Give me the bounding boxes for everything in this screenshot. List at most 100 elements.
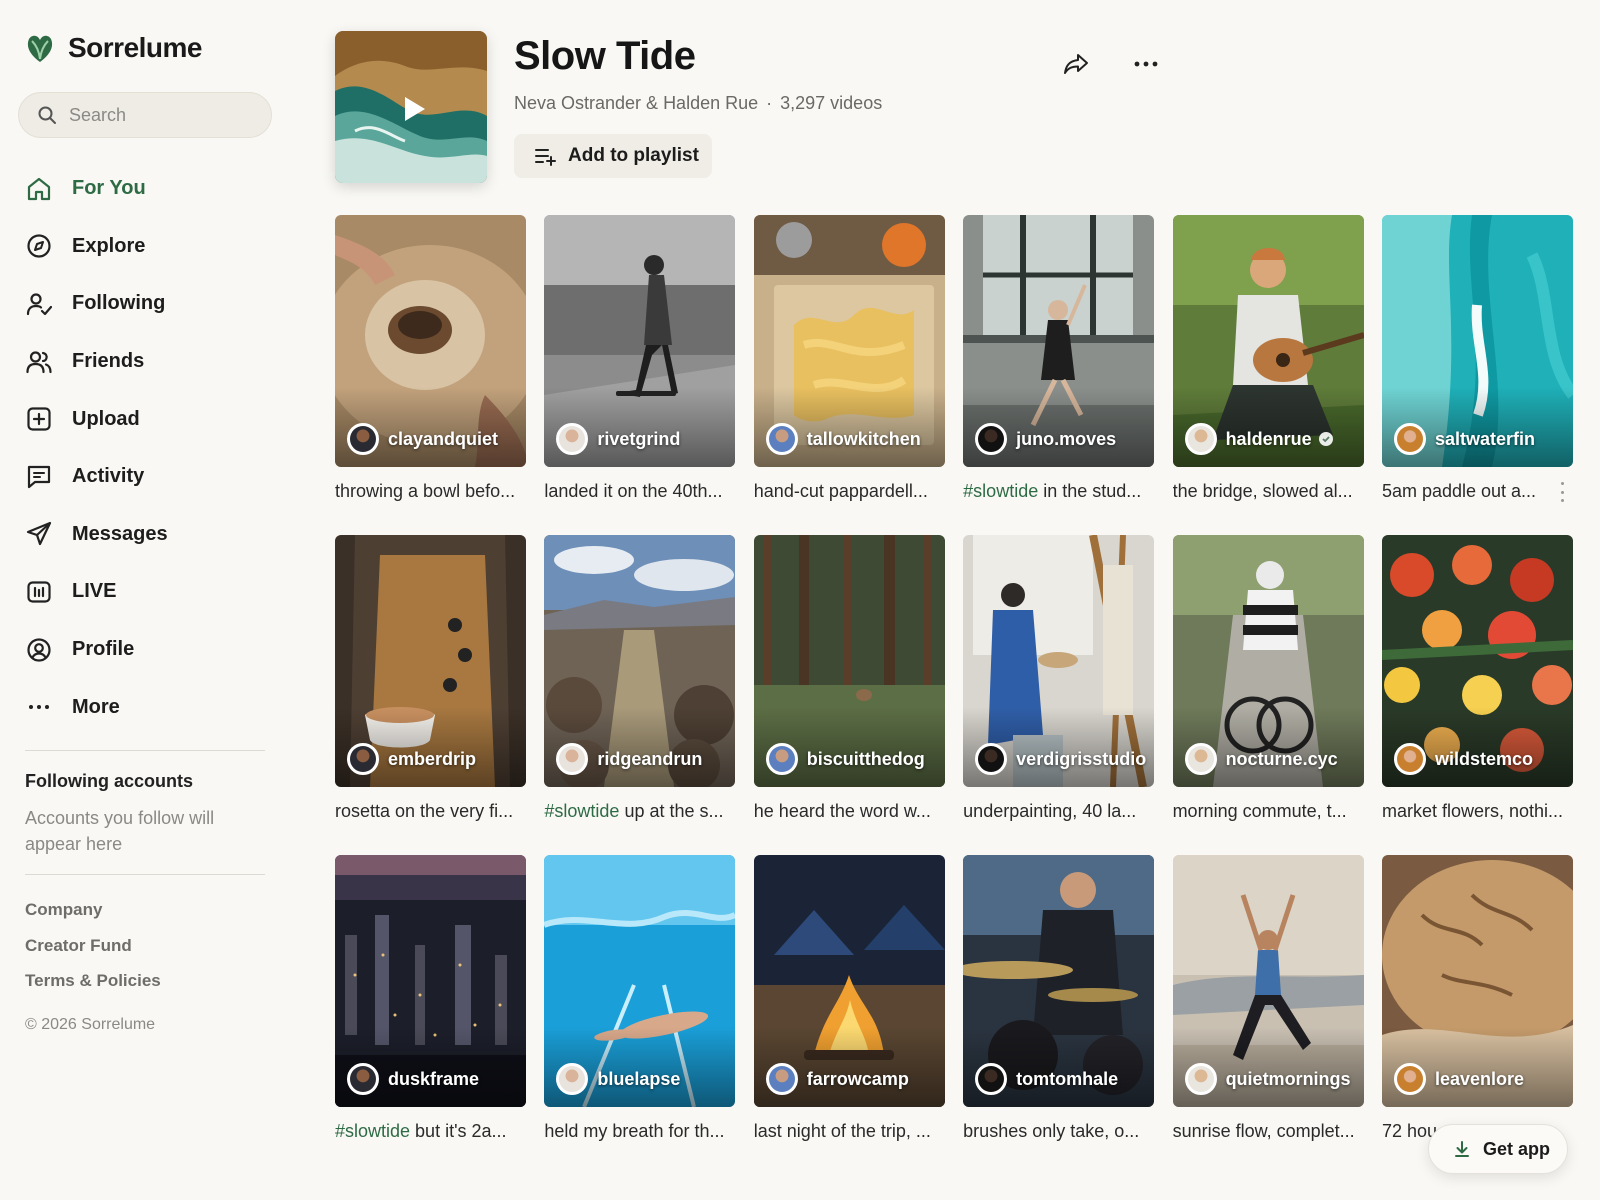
creator-handle[interactable]: ridgeandrun	[597, 749, 702, 770]
share-button[interactable]	[1060, 48, 1092, 80]
video-thumbnail[interactable]: juno.moves	[963, 215, 1155, 467]
video-thumbnail[interactable]: emberdrip	[335, 535, 526, 787]
creator-info[interactable]: bluelapse	[556, 1063, 680, 1095]
get-app-button[interactable]: Get app	[1428, 1124, 1568, 1174]
video-card[interactable]: verdigrisstudio underpainting, 40 la...	[963, 535, 1155, 855]
creator-handle[interactable]: verdigrisstudio	[1016, 749, 1146, 770]
creator-info[interactable]: haldenrue	[1184, 423, 1333, 455]
video-caption[interactable]: throwing a bowl befo...	[335, 481, 526, 502]
avatar[interactable]	[556, 743, 589, 775]
creator-info[interactable]: juno.moves	[975, 423, 1116, 455]
nav-item-explore[interactable]: Explore	[24, 218, 168, 276]
avatar[interactable]	[975, 1063, 1008, 1095]
video-thumbnail[interactable]: nocturne.cyc	[1172, 535, 1364, 787]
video-card[interactable]: wildstemco market flowers, nothi...	[1381, 535, 1573, 855]
creator-info[interactable]: nocturne.cyc	[1184, 743, 1338, 775]
video-card[interactable]: clayandquiet throwing a bowl befo...	[335, 215, 526, 535]
nav-item-activity[interactable]: Activity	[24, 448, 168, 506]
playlist-authors[interactable]: Neva Ostrander & Halden Rue	[514, 93, 758, 114]
creator-handle[interactable]: nocturne.cyc	[1226, 749, 1338, 770]
video-thumbnail[interactable]: leavenlore	[1381, 855, 1573, 1107]
video-card[interactable]: quietmornings sunrise flow, complet...	[1172, 855, 1364, 1175]
video-thumbnail[interactable]: rivetgrind	[544, 215, 736, 467]
creator-handle[interactable]: bluelapse	[597, 1069, 680, 1090]
video-thumbnail[interactable]: tallowkitchen	[753, 215, 945, 467]
creator-info[interactable]: tomtomhale	[975, 1063, 1118, 1095]
avatar[interactable]	[1393, 743, 1426, 775]
video-caption[interactable]: he heard the word w...	[754, 801, 945, 822]
caption-options-button[interactable]	[1556, 482, 1568, 502]
nav-item-messages[interactable]: Messages	[24, 506, 168, 564]
creator-handle[interactable]: juno.moves	[1016, 429, 1116, 450]
video-card[interactable]: duskframe #slowtide but it's 2a...	[335, 855, 526, 1175]
video-caption[interactable]: #slowtide but it's 2a...	[335, 1121, 526, 1142]
video-caption[interactable]: underpainting, 40 la...	[963, 801, 1154, 822]
avatar[interactable]	[556, 423, 589, 455]
creator-info[interactable]: leavenlore	[1393, 1063, 1524, 1095]
search-input[interactable]	[69, 104, 259, 126]
video-thumbnail[interactable]: tomtomhale	[963, 855, 1155, 1107]
creator-handle[interactable]: farrowcamp	[807, 1069, 909, 1090]
creator-info[interactable]: duskframe	[347, 1063, 479, 1095]
creator-info[interactable]: farrowcamp	[765, 1063, 909, 1095]
hashtag[interactable]: #slowtide	[963, 481, 1038, 501]
hashtag[interactable]: #slowtide	[544, 801, 619, 821]
avatar[interactable]	[1184, 743, 1217, 775]
video-thumbnail[interactable]: verdigrisstudio	[963, 535, 1155, 787]
creator-info[interactable]: emberdrip	[347, 743, 476, 775]
creator-info[interactable]: saltwaterfin	[1393, 423, 1535, 455]
avatar[interactable]	[556, 1063, 589, 1095]
video-thumbnail[interactable]: saltwaterfin	[1381, 215, 1573, 467]
nav-item-friends[interactable]: Friends	[24, 333, 168, 391]
creator-handle[interactable]: biscuitthedog	[807, 749, 925, 770]
creator-info[interactable]: wildstemco	[1393, 743, 1533, 775]
creator-info[interactable]: quietmornings	[1184, 1063, 1351, 1095]
video-card[interactable]: ridgeandrun #slowtide up at the s...	[544, 535, 736, 855]
creator-handle[interactable]: rivetgrind	[597, 429, 680, 450]
avatar[interactable]	[347, 1063, 379, 1095]
video-thumbnail[interactable]: farrowcamp	[753, 855, 945, 1107]
creator-handle[interactable]: quietmornings	[1226, 1069, 1351, 1090]
creator-handle[interactable]: tomtomhale	[1016, 1069, 1118, 1090]
video-thumbnail[interactable]: biscuitthedog	[753, 535, 945, 787]
avatar[interactable]	[975, 423, 1008, 455]
video-caption[interactable]: hand-cut pappardell...	[754, 481, 945, 502]
nav-item-live[interactable]: LIVE	[24, 563, 168, 621]
search-bar[interactable]	[18, 92, 272, 138]
video-caption[interactable]: the bridge, slowed al...	[1173, 481, 1364, 502]
footer-link-terms[interactable]: Terms & Policies	[25, 971, 161, 1007]
avatar[interactable]	[765, 423, 798, 455]
creator-info[interactable]: clayandquiet	[347, 423, 498, 455]
video-caption[interactable]: 5am paddle out a...	[1382, 481, 1573, 502]
video-caption[interactable]: rosetta on the very fi...	[335, 801, 526, 822]
avatar[interactable]	[1393, 423, 1426, 455]
video-card[interactable]: bluelapse held my breath for th...	[544, 855, 736, 1175]
creator-info[interactable]: tallowkitchen	[765, 423, 921, 455]
video-card[interactable]: saltwaterfin 5am paddle out a...	[1381, 215, 1573, 535]
nav-item-following[interactable]: Following	[24, 275, 168, 333]
video-card[interactable]: haldenrue the bridge, slowed al...	[1172, 215, 1364, 535]
video-card[interactable]: juno.moves #slowtide in the stud...	[963, 215, 1155, 535]
creator-info[interactable]: rivetgrind	[556, 423, 680, 455]
video-card[interactable]: tomtomhale brushes only take, o...	[963, 855, 1155, 1175]
add-to-playlist-button[interactable]: Add to playlist	[514, 134, 712, 178]
video-caption[interactable]: morning commute, t...	[1173, 801, 1364, 822]
avatar[interactable]	[765, 743, 798, 775]
video-caption[interactable]: #slowtide up at the s...	[544, 801, 735, 822]
video-card[interactable]: farrowcamp last night of the trip, ...	[753, 855, 945, 1175]
app-logo[interactable]: Sorrelume	[26, 32, 203, 64]
creator-info[interactable]: verdigrisstudio	[975, 743, 1146, 775]
avatar[interactable]	[975, 743, 1008, 775]
video-caption[interactable]: landed it on the 40th...	[544, 481, 735, 502]
creator-handle[interactable]: wildstemco	[1435, 749, 1533, 770]
video-thumbnail[interactable]: clayandquiet	[335, 215, 526, 467]
video-card[interactable]: tallowkitchen hand-cut pappardell...	[753, 215, 945, 535]
creator-handle[interactable]: duskframe	[388, 1069, 479, 1090]
video-caption[interactable]: held my breath for th...	[544, 1121, 735, 1142]
creator-info[interactable]: biscuitthedog	[765, 743, 925, 775]
video-card[interactable]: rivetgrind landed it on the 40th...	[544, 215, 736, 535]
video-thumbnail[interactable]: bluelapse	[544, 855, 736, 1107]
creator-handle[interactable]: tallowkitchen	[807, 429, 921, 450]
creator-handle[interactable]: saltwaterfin	[1435, 429, 1535, 450]
avatar[interactable]	[1184, 1063, 1217, 1095]
